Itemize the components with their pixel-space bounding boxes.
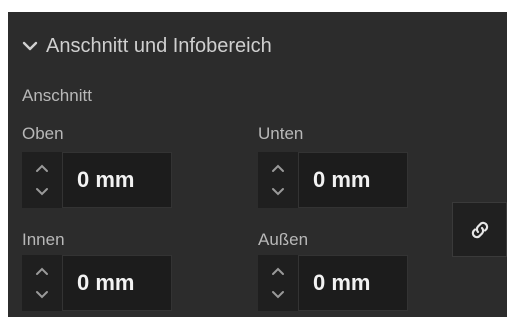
chevron-down-icon[interactable]: [34, 186, 50, 198]
aussen-label: Außen: [258, 230, 309, 249]
aussen-stepper[interactable]: 0 mm: [258, 255, 408, 311]
unten-input[interactable]: 0 mm: [298, 152, 408, 208]
bleed-slug-panel: Anschnitt und Infobereich Anschnitt Oben…: [8, 12, 507, 317]
chevron-down-icon[interactable]: [34, 289, 50, 301]
subsection-title: Anschnitt: [22, 86, 92, 105]
chevron-up-icon[interactable]: [34, 265, 50, 277]
oben-input[interactable]: 0 mm: [62, 152, 172, 208]
chevron-down-icon[interactable]: [22, 38, 38, 54]
unten-stepper-arrows[interactable]: [258, 152, 298, 208]
chevron-down-icon[interactable]: [270, 186, 286, 198]
innen-label: Innen: [22, 230, 65, 249]
unten-label: Unten: [258, 124, 304, 143]
link-chain-icon: [471, 221, 488, 238]
oben-label: Oben: [22, 124, 64, 143]
aussen-stepper-arrows[interactable]: [258, 255, 298, 311]
unten-stepper[interactable]: 0 mm: [258, 152, 408, 208]
innen-input[interactable]: 0 mm: [62, 255, 172, 311]
innen-stepper-arrows[interactable]: [22, 255, 62, 311]
chevron-up-icon[interactable]: [34, 162, 50, 174]
innen-stepper[interactable]: 0 mm: [22, 255, 172, 311]
oben-stepper[interactable]: 0 mm: [22, 152, 172, 208]
section-header[interactable]: Anschnitt und Infobereich: [22, 34, 272, 58]
chevron-up-icon[interactable]: [270, 265, 286, 277]
link-values-button[interactable]: [452, 202, 507, 257]
aussen-input[interactable]: 0 mm: [298, 255, 408, 311]
oben-stepper-arrows[interactable]: [22, 152, 62, 208]
section-title: Anschnitt und Infobereich: [46, 34, 272, 57]
chevron-down-icon[interactable]: [270, 289, 286, 301]
chevron-up-icon[interactable]: [270, 162, 286, 174]
